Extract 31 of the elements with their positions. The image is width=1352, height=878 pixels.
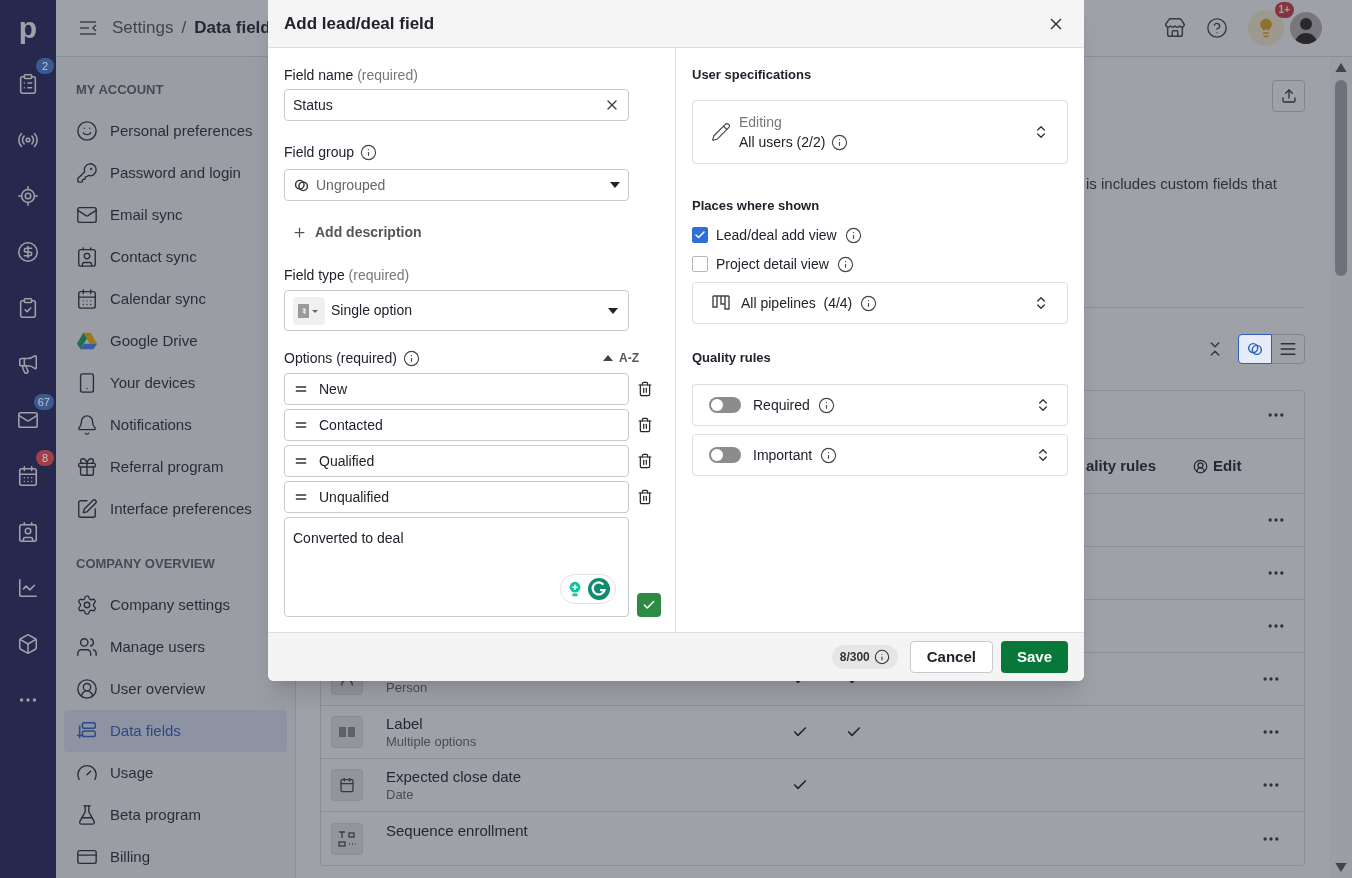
field-label: Field group [284,143,355,162]
section-title: Quality rules [692,349,772,367]
rule-label: Required [753,395,810,415]
section-title: User specifications [692,66,813,84]
character-counter: 8/300 [831,645,898,669]
field-name: Sequence enrollment [386,820,529,841]
description-text: is includes custom fields that [1086,174,1277,194]
card-value: All pipelines (4/4) [741,293,853,313]
field-name: Label [386,714,424,734]
count-badge: 67 [33,394,54,410]
dialog-title: Add lead/deal field [284,12,435,35]
section-title: Places where shown [692,197,821,215]
field-type: Person [386,680,429,696]
column-header: ality rules [1086,455,1157,476]
section-heading: MY ACCOUNT [75,82,165,98]
card-label: Editing [739,113,783,132]
field-label: Field name (required) [284,66,419,85]
field-type: Date [386,787,415,803]
field-label: Options (required) [284,349,397,368]
count-badge: 8 [36,450,54,466]
field-label: Field type (required) [284,266,411,285]
field-type: Multiple options [386,734,478,750]
breadcrumb-separator: / [181,17,187,40]
column-header: Edit [1193,454,1242,478]
field-name: Expected close date [386,767,523,787]
card-value: All users (2/2) [739,133,826,152]
section-heading: COMPANY OVERVIEW [75,556,216,572]
checkbox-label: Project detail view [716,254,829,274]
rule-label: Important [753,445,813,465]
checkbox-label: Lead/deal add view [716,225,837,245]
count-badge: 2 [36,58,54,74]
